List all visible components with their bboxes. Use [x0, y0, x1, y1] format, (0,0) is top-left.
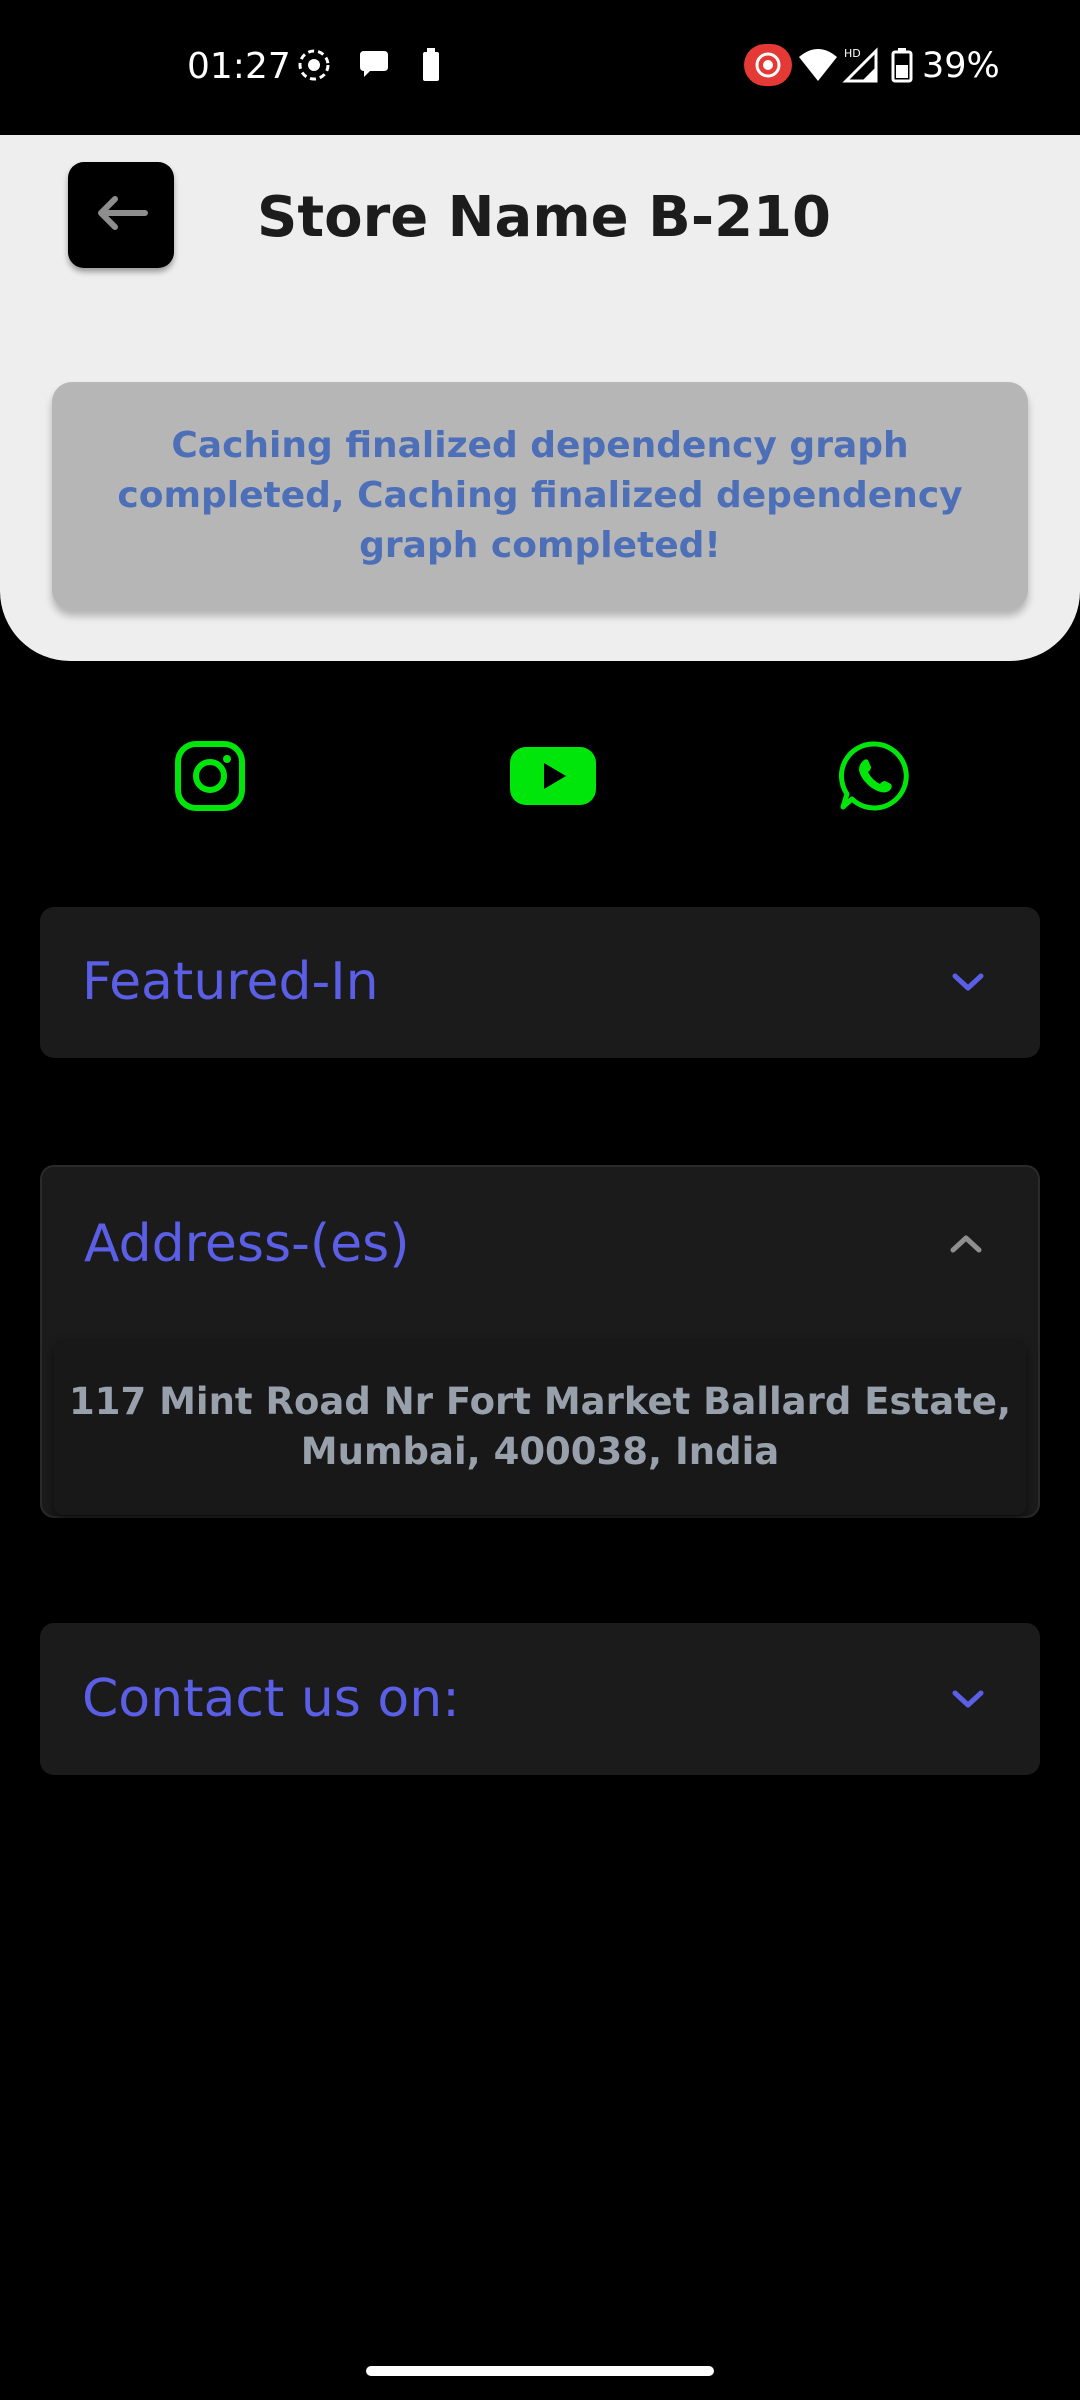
status-message-box: Caching finalized dependency graph compl… — [52, 382, 1028, 610]
chat-bubble-icon — [356, 47, 392, 87]
wifi-icon — [798, 47, 838, 87]
status-bar: 01:27 HD 39% — [0, 0, 1080, 135]
featured-in-accordion: Featured-In — [40, 907, 1040, 1058]
chevron-down-icon[interactable] — [948, 1679, 988, 1719]
screen-record-icon — [296, 47, 332, 87]
chevron-down-icon[interactable] — [948, 962, 988, 1002]
battery-icon — [890, 47, 914, 87]
featured-in-header[interactable]: Featured-In — [40, 907, 1040, 1057]
address-text: 117 Mint Road Nr Fort Market Ballard Est… — [68, 1380, 1012, 1473]
contact-header[interactable]: Contact us on: — [40, 1623, 1040, 1775]
home-indicator[interactable] — [366, 2366, 714, 2376]
svg-text:HD: HD — [844, 47, 861, 60]
battery-percent: 39% — [922, 46, 1000, 86]
arrow-left-icon — [93, 193, 149, 237]
contact-title: Contact us on: — [82, 1669, 460, 1729]
battery-saver-icon — [420, 47, 442, 87]
youtube-icon[interactable] — [510, 740, 596, 812]
address-accordion: Address-(es) 117 Mint Road Nr Fort Marke… — [40, 1165, 1040, 1518]
app-screen: 01:27 HD 39% Store Name B-210 Caching fi… — [0, 0, 1080, 2400]
address-content: 117 Mint Road Nr Fort Market Ballard Est… — [54, 1339, 1026, 1515]
page-title: Store Name B-210 — [257, 185, 831, 250]
address-title: Address-(es) — [84, 1214, 410, 1274]
status-time: 01:27 — [187, 46, 291, 87]
status-message-text: Caching finalized dependency graph compl… — [117, 425, 963, 566]
recording-indicator-icon — [744, 44, 792, 90]
store-header: Store Name B-210 Caching finalized depen… — [0, 135, 1080, 661]
contact-accordion: Contact us on: — [40, 1623, 1040, 1775]
featured-in-title: Featured-In — [82, 952, 379, 1012]
whatsapp-icon[interactable] — [838, 740, 910, 812]
back-button[interactable] — [68, 162, 174, 268]
chevron-up-icon[interactable] — [946, 1224, 986, 1264]
signal-hd-icon: HD — [842, 45, 882, 87]
instagram-icon[interactable] — [174, 740, 246, 812]
address-header[interactable]: Address-(es) — [42, 1167, 1038, 1321]
